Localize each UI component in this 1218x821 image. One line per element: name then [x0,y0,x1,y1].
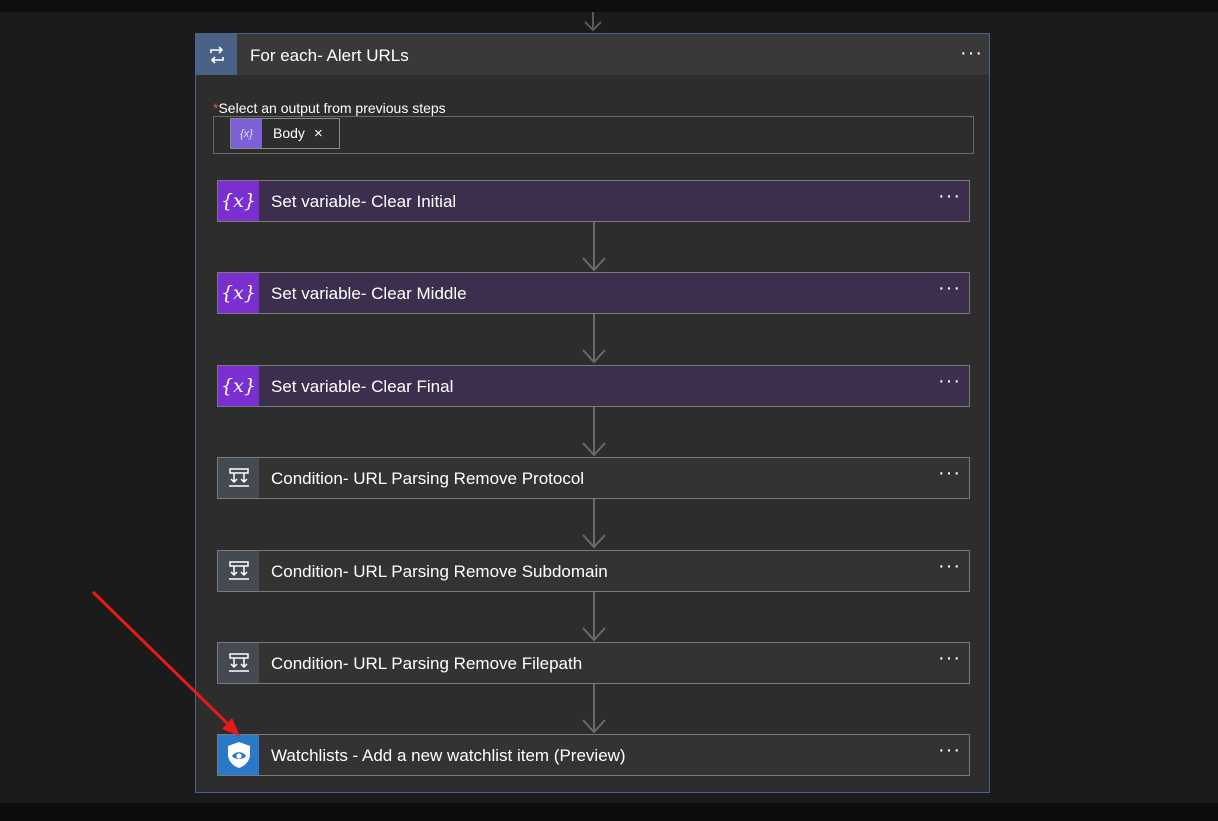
annotation-arrow [91,590,240,736]
step-title: Watchlists - Add a new watchlist item (P… [271,746,626,765]
step-menu-icon[interactable]: ··· [938,740,961,760]
step-set-variable-final[interactable]: {x} Set variable- Clear Final ··· [217,365,970,407]
step-menu-icon[interactable]: ··· [938,648,961,668]
step-condition-remove-subdomain[interactable]: Condition- URL Parsing Remove Subdomain … [217,550,970,592]
foreach-container: For each- Alert URLs ··· *Select an outp… [195,33,990,793]
step-set-variable-initial[interactable]: {x} Set variable- Clear Initial ··· [217,180,970,222]
step-condition-remove-protocol[interactable]: Condition- URL Parsing Remove Protocol ·… [217,457,970,499]
step-title: Condition- URL Parsing Remove Filepath [271,654,583,673]
step-menu-icon[interactable]: ··· [938,186,961,206]
step-menu-icon[interactable]: ··· [938,278,961,298]
bottom-bar [0,803,1218,821]
step-menu-icon[interactable]: ··· [938,556,961,576]
connector-arrow-top [584,12,602,32]
step-set-variable-middle[interactable]: {x} Set variable- Clear Middle ··· [217,272,970,314]
step-title: Condition- URL Parsing Remove Protocol [271,469,585,488]
step-menu-icon[interactable]: ··· [938,371,961,391]
step-condition-remove-filepath[interactable]: Condition- URL Parsing Remove Filepath ·… [217,642,970,684]
step-title: Set variable- Clear Middle [271,284,467,303]
step-title: Set variable- Clear Final [271,377,454,396]
step-title: Set variable- Clear Initial [271,192,457,211]
step-watchlists-add-item[interactable]: Watchlists - Add a new watchlist item (P… [217,734,970,776]
step-title: Condition- URL Parsing Remove Subdomain [271,562,608,581]
step-menu-icon[interactable]: ··· [938,463,961,483]
